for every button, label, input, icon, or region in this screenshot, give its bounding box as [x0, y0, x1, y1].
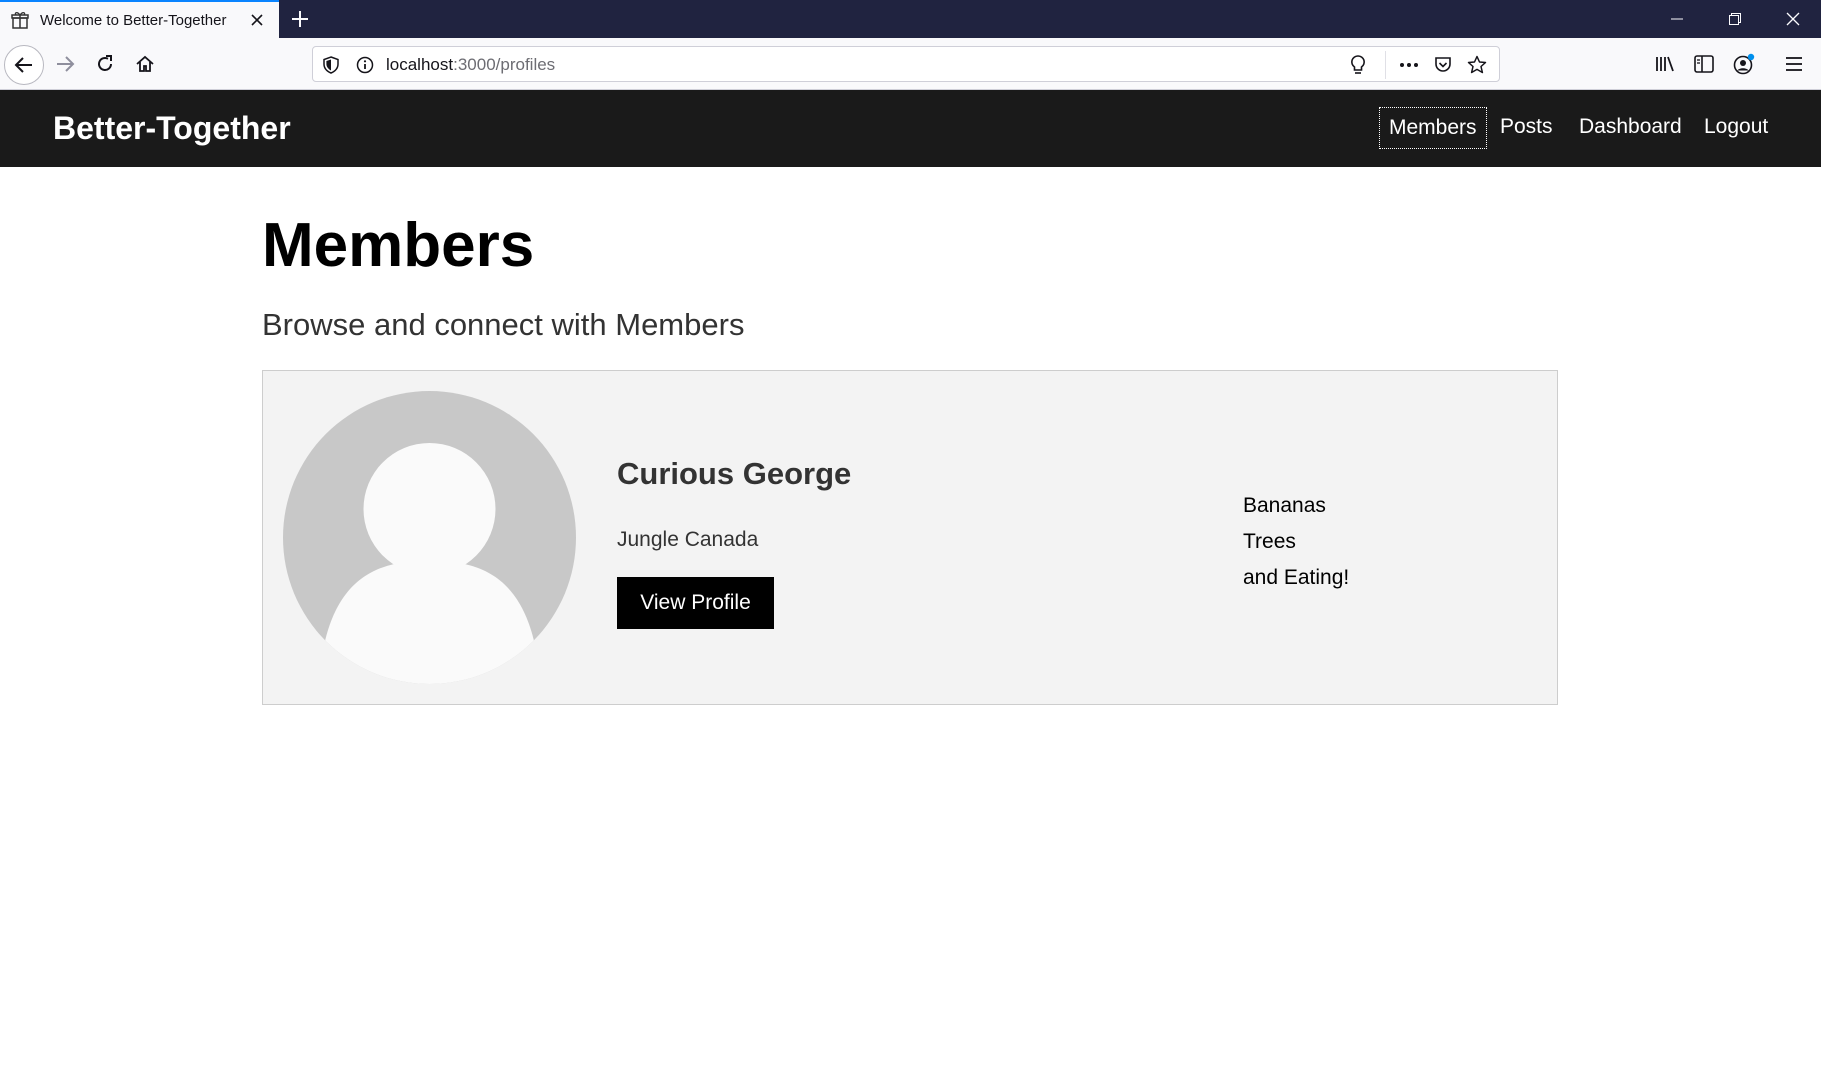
brand-logo-text[interactable]: Better-Together — [53, 110, 291, 147]
more-actions-icon[interactable] — [1399, 55, 1419, 75]
back-button[interactable] — [4, 45, 44, 85]
member-card: Curious George Jungle Canada View Profil… — [262, 370, 1558, 705]
page-subtitle: Browse and connect with Members — [262, 307, 745, 342]
page-title: Members — [262, 211, 535, 280]
close-tab-icon[interactable] — [247, 10, 267, 30]
default-avatar-icon — [325, 443, 534, 684]
sidebar-icon[interactable] — [1686, 46, 1722, 82]
member-interests: Bananas Trees and Eating! — [1243, 488, 1349, 596]
nav-link-members[interactable]: Members — [1379, 107, 1487, 149]
gift-favicon-icon — [10, 10, 30, 30]
browser-tab-bar: Welcome to Better-Together — [0, 0, 1821, 38]
close-window-icon[interactable] — [1765, 0, 1821, 38]
home-icon[interactable] — [127, 46, 163, 82]
member-name: Curious George — [617, 456, 852, 491]
tab-title: Welcome to Better-Together — [40, 11, 227, 29]
url-divider — [1385, 51, 1386, 79]
restore-icon[interactable] — [1707, 0, 1763, 38]
avatar — [283, 391, 576, 684]
minimize-icon[interactable] — [1649, 0, 1705, 38]
browser-toolbar: localhost:3000/profiles — [0, 38, 1821, 90]
interest-item: and Eating! — [1243, 566, 1350, 589]
nav-link-posts[interactable]: Posts — [1491, 107, 1562, 149]
member-location: Jungle Canada — [617, 528, 759, 551]
interest-item: Trees — [1243, 530, 1296, 553]
view-profile-button[interactable]: View Profile — [617, 577, 774, 629]
pocket-icon[interactable] — [1433, 55, 1453, 75]
menu-icon[interactable] — [1776, 46, 1812, 82]
browser-tab[interactable]: Welcome to Better-Together — [0, 0, 279, 38]
url-bar[interactable]: localhost:3000/profiles — [312, 46, 1500, 82]
url-host: localhost — [386, 55, 454, 74]
library-icon[interactable] — [1647, 46, 1683, 82]
reload-icon[interactable] — [87, 46, 123, 82]
bookmark-star-icon[interactable] — [1467, 55, 1487, 75]
account-icon[interactable] — [1726, 46, 1762, 82]
forward-button[interactable] — [47, 46, 83, 82]
nav-link-dashboard[interactable]: Dashboard — [1570, 107, 1691, 149]
new-tab-icon[interactable] — [288, 7, 312, 31]
url-text[interactable]: localhost:3000/profiles — [386, 55, 555, 75]
shield-icon[interactable] — [321, 55, 341, 75]
nav-link-logout[interactable]: Logout — [1695, 107, 1777, 149]
lightbulb-icon[interactable] — [1348, 55, 1368, 75]
info-icon[interactable] — [355, 55, 375, 75]
interest-item: Bananas — [1243, 494, 1326, 517]
site-header: Better-Together Members Posts Dashboard … — [0, 90, 1821, 167]
url-path: :3000/profiles — [453, 55, 556, 74]
